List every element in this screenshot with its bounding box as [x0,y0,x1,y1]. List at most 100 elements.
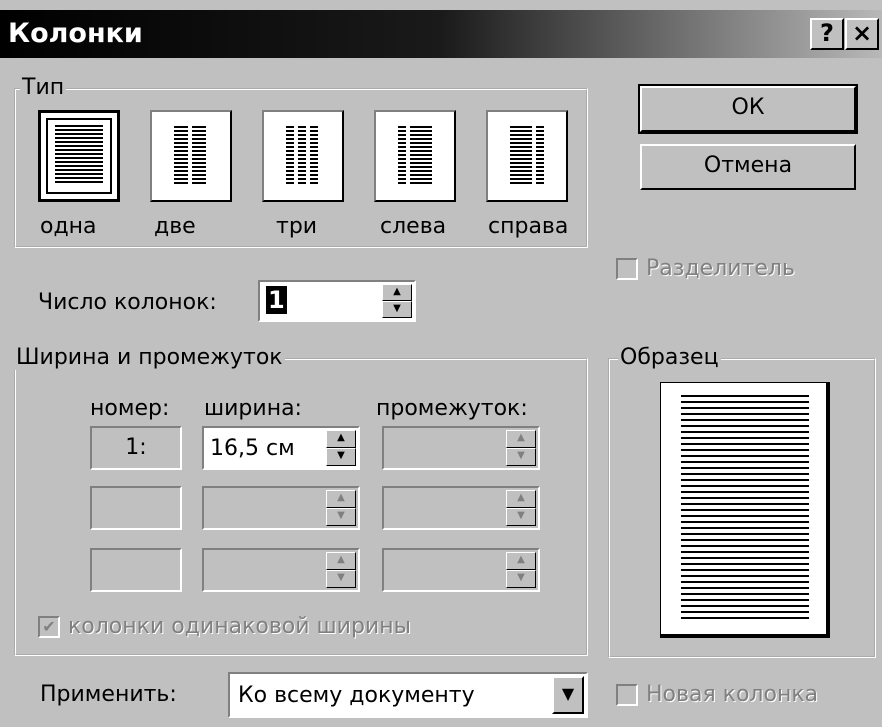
column-line [681,413,809,415]
column-line [398,162,406,164]
column-line [174,142,188,144]
column-line [681,455,809,457]
spin-up-icon[interactable]: ▲ [326,430,356,448]
type-two-label[interactable]: две [154,214,196,239]
column-line [55,173,103,175]
type-left-button[interactable] [374,110,456,202]
type-three-button[interactable] [262,110,344,202]
column-line [681,503,809,505]
column-line [192,174,206,176]
row3-spacing-spinner[interactable]: ▲ ▼ [506,552,536,588]
spin-up-icon[interactable]: ▲ [506,490,536,508]
column-line [286,162,294,164]
column-line [536,130,544,132]
type-left-label[interactable]: слева [380,214,446,239]
column-line [286,138,294,140]
spin-down-icon[interactable]: ▼ [326,570,356,588]
column-line [410,146,432,148]
separator-checkbox[interactable] [616,258,638,280]
window-title: Колонки [8,18,143,49]
row1-width-spinner[interactable]: ▲ ▼ [326,430,356,466]
row1-width-value: 16,5 см [210,436,295,461]
type-three-label[interactable]: три [276,214,317,239]
column-line [174,166,188,168]
column-line [174,158,188,160]
spin-up-icon[interactable]: ▲ [382,284,412,301]
width-spacing-legend: Ширина и промежуток [14,345,285,370]
column-line [310,178,318,180]
num-columns-field[interactable]: 1 ▲ ▼ [258,280,416,322]
preview-page [660,382,830,638]
column-line [398,166,406,168]
column-line [286,178,294,180]
column-line [398,158,406,160]
row2-spacing-field[interactable]: ▲ ▼ [382,486,540,530]
spin-down-icon[interactable]: ▼ [506,508,536,526]
column-line [298,154,306,156]
row3-width-spinner[interactable]: ▲ ▼ [326,552,356,588]
column-line [681,551,809,553]
column-line [398,126,406,128]
new-column-checkbox[interactable] [616,684,638,706]
column-line [298,174,306,176]
column-line [192,166,206,168]
column-line [410,138,432,140]
row3-spacing-field[interactable]: ▲ ▼ [382,548,540,592]
ok-button[interactable]: ОК [638,84,858,134]
row3-width-field[interactable]: ▲ ▼ [202,548,360,592]
apply-select[interactable]: Ко всему документу ▼ [228,672,588,718]
column-line [310,154,318,156]
column-line [681,599,809,601]
type-right-button[interactable] [486,110,568,202]
dropdown-arrow-icon[interactable]: ▼ [552,676,584,714]
row2-width-spinner[interactable]: ▲ ▼ [326,490,356,526]
row2-spacing-spinner[interactable]: ▲ ▼ [506,490,536,526]
column-line [55,137,103,139]
help-button[interactable]: ? [810,18,844,50]
column-line [681,449,809,451]
header-spacing: промежуток: [376,396,528,421]
spin-down-icon[interactable]: ▼ [326,448,356,466]
spin-down-icon[interactable]: ▼ [506,570,536,588]
row1-number: 1: [90,426,182,470]
type-one-button[interactable] [38,110,120,202]
column-line [398,154,406,156]
close-button[interactable]: × [845,18,879,50]
equal-width-checkbox[interactable]: ✔ [38,616,60,638]
column-line [510,146,532,148]
column-line [681,419,809,421]
spin-down-icon[interactable]: ▼ [506,448,536,466]
row2-width-field[interactable]: ▲ ▼ [202,486,360,530]
column-line [174,134,188,136]
cancel-button[interactable]: Отмена [640,144,856,190]
spin-down-icon[interactable]: ▼ [382,301,412,318]
column-line [310,142,318,144]
column-line [681,509,809,511]
spin-up-icon[interactable]: ▲ [326,552,356,570]
column-line [681,443,809,445]
row1-width-field[interactable]: 16,5 см ▲ ▼ [202,426,360,470]
type-two-button[interactable] [150,110,232,202]
type-right-label[interactable]: справа [488,214,568,239]
column-line [298,166,306,168]
column-line [510,182,532,184]
column-line [310,166,318,168]
column-line [286,170,294,172]
spin-up-icon[interactable]: ▲ [506,552,536,570]
row1-spacing-spinner[interactable]: ▲ ▼ [506,430,536,466]
spin-up-icon[interactable]: ▲ [506,430,536,448]
column-line [174,182,188,184]
type-one-label[interactable]: одна [40,214,97,239]
column-line [298,182,306,184]
column-line [286,182,294,184]
column-line [174,138,188,140]
column-line [410,182,432,184]
spin-up-icon[interactable]: ▲ [326,490,356,508]
column-line [174,162,188,164]
column-line [681,575,809,577]
num-columns-spinner[interactable]: ▲ ▼ [382,284,412,318]
column-line [410,158,432,160]
spin-down-icon[interactable]: ▼ [326,508,356,526]
row1-spacing-field[interactable]: ▲ ▼ [382,426,540,470]
column-line [286,134,294,136]
